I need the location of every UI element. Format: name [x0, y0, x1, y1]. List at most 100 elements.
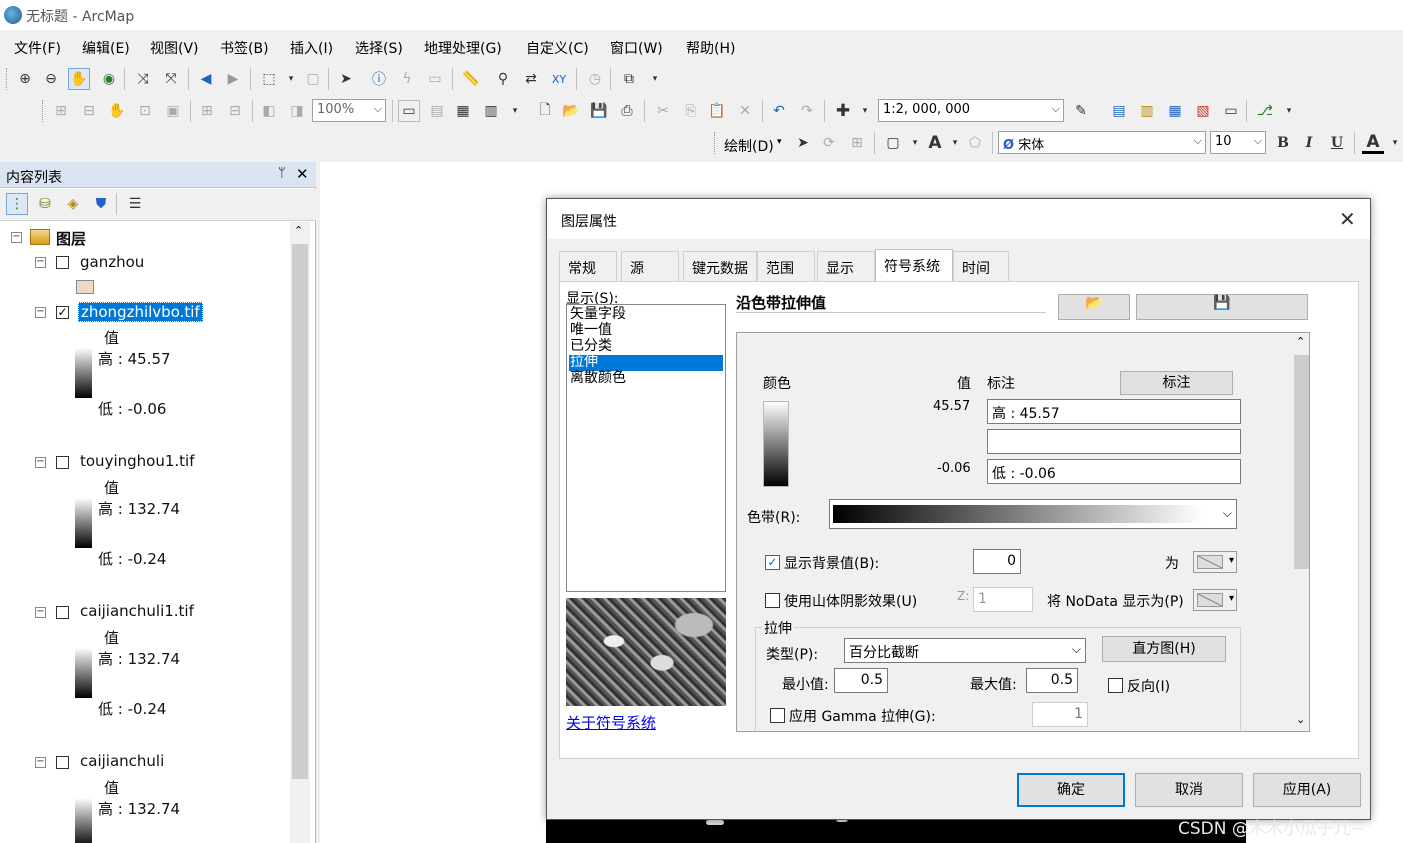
min-value-field[interactable]: 0.5 [834, 668, 888, 693]
delete-x-icon[interactable]: ✕ [734, 100, 756, 122]
hillshade-checkbox[interactable] [765, 593, 780, 608]
stretch-ramp-swatch[interactable] [75, 648, 92, 698]
zoom-to-selected-icon[interactable]: ⊞ [846, 132, 868, 154]
previous-extent-page-icon[interactable]: ◧ [258, 100, 280, 122]
go-forward-arrow-icon[interactable]: ▶ [222, 68, 244, 90]
zoom-out-icon[interactable]: ⊖ [40, 68, 62, 90]
stretch-ramp-swatch[interactable] [75, 798, 92, 843]
draw-menu[interactable]: 绘制(D) [724, 136, 774, 156]
add-data-plus-icon[interactable]: ✚ [832, 100, 854, 122]
menu-bookmarks[interactable]: 书签(B) [220, 38, 269, 58]
tab-time[interactable]: 时间 [953, 251, 1009, 281]
scroll-down-arrow-icon[interactable]: ⌄ [1296, 713, 1305, 726]
toolbar-grip[interactable] [42, 100, 45, 122]
pan-page-icon[interactable]: ✋ [106, 100, 128, 122]
select-elements-arrow-icon[interactable]: ➤ [335, 68, 357, 90]
options-icon[interactable]: ☰ [124, 193, 146, 215]
menu-selection[interactable]: 选择(S) [355, 38, 403, 58]
zoom-percent-combo[interactable]: 100% ⌵ [312, 99, 386, 122]
zoom-whole-page-icon[interactable]: ⊡ [134, 100, 156, 122]
color-ramp-swatch[interactable] [763, 401, 789, 487]
renderer-list[interactable]: 矢量字段 唯一值 已分类 拉伸 离散颜色 [566, 304, 726, 592]
toolbar-options-icon[interactable]: ▾ [1278, 100, 1300, 122]
undo-icon[interactable]: ↶ [768, 100, 790, 122]
fixed-zoom-out-page-icon[interactable]: ⊟ [224, 100, 246, 122]
html-popup-icon[interactable]: ▭ [424, 68, 446, 90]
layer-name-zhongzhilvbo[interactable]: zhongzhilvbo.tif [78, 302, 203, 322]
focus-data-frame-icon[interactable]: ▤ [426, 100, 448, 122]
save-disk-icon[interactable]: 💾 [588, 100, 610, 122]
text-dropdown-icon[interactable]: ▾ [944, 132, 966, 154]
fixed-zoom-out-icon[interactable]: ⤧ [160, 68, 182, 90]
menu-window[interactable]: 窗口(W) [610, 38, 663, 58]
fixed-zoom-in-icon[interactable]: ⤨ [132, 68, 154, 90]
editor-toolbar-icon[interactable]: ✎ [1070, 100, 1092, 122]
list-by-selection-icon[interactable]: ⛊ [90, 193, 112, 215]
stretch-ramp-swatch[interactable] [75, 498, 92, 548]
layer-name-touyinghou1[interactable]: touyinghou1.tif [80, 452, 194, 470]
add-data-dropdown-icon[interactable]: ▾ [854, 100, 876, 122]
paste-clipboard-icon[interactable]: 📋 [706, 100, 728, 122]
close-icon[interactable]: ✕ [296, 165, 309, 183]
time-slider-icon[interactable]: ◷ [584, 68, 606, 90]
layer-visibility-checkbox[interactable]: ✓ [56, 306, 69, 319]
menu-help[interactable]: 帮助(H) [686, 38, 735, 58]
layer-visibility-checkbox[interactable] [56, 456, 69, 469]
rotate-icon[interactable]: ⟳ [818, 132, 840, 154]
toggle-draft-mode-icon[interactable]: ▭ [398, 100, 420, 122]
low-label-field[interactable]: 低 : -0.06 [987, 459, 1241, 484]
ok-button[interactable]: 确定 [1017, 773, 1125, 807]
polygon-symbol-swatch[interactable] [76, 280, 94, 294]
import-folder-button[interactable]: 📂 [1058, 294, 1130, 320]
scroll-up-arrow-icon[interactable]: ⌃ [294, 224, 303, 237]
font-color-dropdown-icon[interactable]: ▾ [1384, 132, 1403, 154]
collapse-icon[interactable]: − [35, 307, 46, 318]
redo-icon[interactable]: ↷ [796, 100, 818, 122]
cancel-button[interactable]: 取消 [1135, 773, 1243, 807]
gamma-checkbox[interactable] [770, 708, 785, 723]
scrollbar-thumb[interactable] [1294, 355, 1309, 569]
toolbar-options-icon[interactable]: ▾ [644, 68, 666, 90]
list-by-drawing-order-icon[interactable]: ⋮ [6, 193, 28, 215]
italic-button[interactable]: I [1298, 132, 1320, 154]
font-size-combo[interactable]: 10 ⌵ [1210, 131, 1266, 154]
hyperlink-bolt-icon[interactable]: ϟ [396, 68, 418, 90]
renderer-discrete-color[interactable]: 离散颜色 [569, 371, 723, 387]
menu-customize[interactable]: 自定义(C) [526, 38, 589, 58]
settings-scrollbar[interactable]: ⌃ ⌄ [1293, 333, 1309, 731]
font-color-button[interactable]: A [1362, 132, 1384, 154]
label-button[interactable]: 标注 [1120, 371, 1233, 395]
layer-name-caijianchuli1[interactable]: caijianchuli1.tif [80, 602, 194, 620]
create-viewer-window-icon[interactable]: ⧉ [618, 68, 640, 90]
about-symbology-link[interactable]: 关于符号系统 [566, 712, 656, 733]
go-back-arrow-icon[interactable]: ◀ [195, 68, 217, 90]
menu-geoprocessing[interactable]: 地理处理(G) [424, 38, 502, 58]
modelbuilder-icon[interactable]: ⎇ [1254, 100, 1276, 122]
pan-hand-icon[interactable]: ✋ [68, 68, 90, 90]
show-background-checkbox[interactable]: ✓ [765, 555, 780, 570]
layer-name-caijianchuli[interactable]: caijianchuli [80, 752, 164, 770]
cut-scissors-icon[interactable]: ✂ [652, 100, 674, 122]
stretch-ramp-swatch[interactable] [75, 348, 92, 398]
color-ramp-dropdown[interactable]: ⌵ [829, 499, 1237, 529]
zoom-out-page-icon[interactable]: ⊟ [78, 100, 100, 122]
tab-general[interactable]: 常规 [559, 251, 617, 281]
toc-scrollbar[interactable]: ⌃ [290, 222, 310, 843]
select-features-icon[interactable]: ⬚ [258, 68, 280, 90]
copy-icon[interactable]: ⎘ [680, 100, 702, 122]
scroll-up-arrow-icon[interactable]: ⌃ [1296, 335, 1305, 348]
gamma-value-field[interactable]: 1 [1032, 702, 1088, 727]
mid-label-field[interactable] [987, 429, 1241, 454]
pin-icon[interactable]: ᛘ [278, 166, 286, 181]
select-elements-arrow-icon[interactable]: ➤ [792, 132, 814, 154]
tab-display[interactable]: 显示 [817, 251, 875, 281]
collapse-icon[interactable]: − [35, 757, 46, 768]
rectangle-dropdown-icon[interactable]: ▾ [904, 132, 926, 154]
python-window-icon[interactable]: ▭ [1220, 100, 1242, 122]
zoom-in-page-icon[interactable]: ⊞ [50, 100, 72, 122]
next-extent-page-icon[interactable]: ◨ [286, 100, 308, 122]
select-dropdown-icon[interactable]: ▾ [280, 68, 302, 90]
zoom-100-icon[interactable]: ▣ [162, 100, 184, 122]
renderer-vector-field[interactable]: 矢量字段 [569, 307, 723, 323]
collapse-icon[interactable]: − [35, 607, 46, 618]
